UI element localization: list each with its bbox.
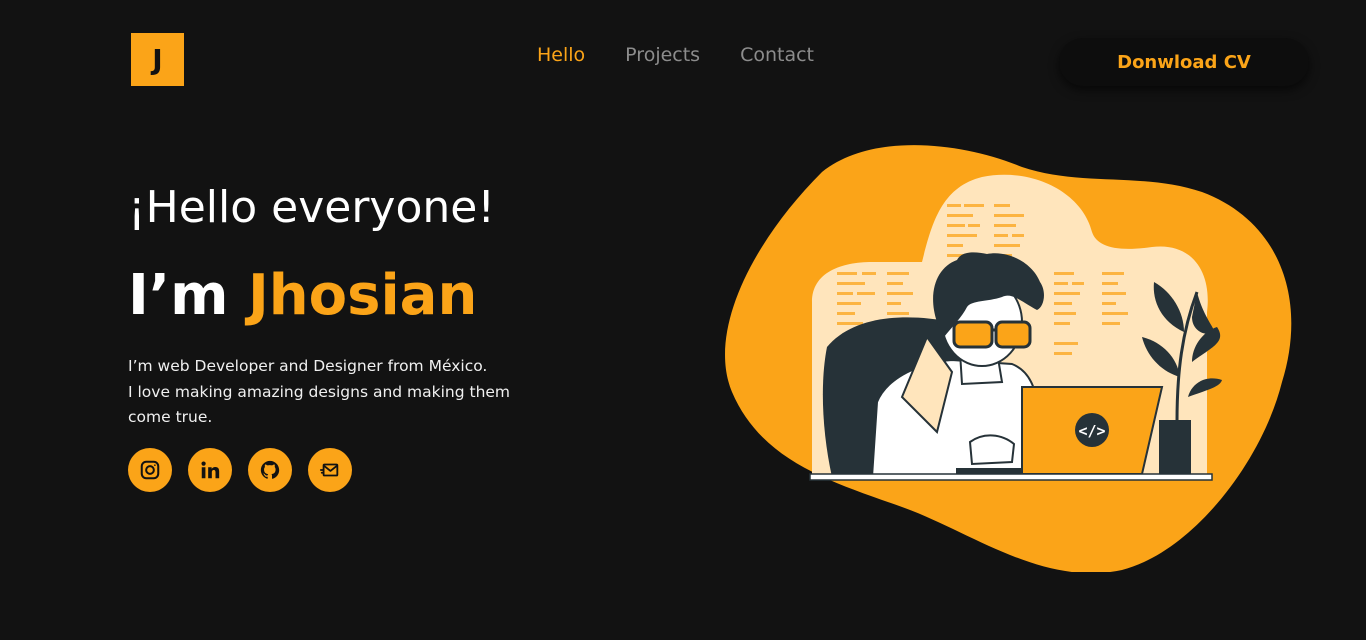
github-link[interactable] bbox=[248, 448, 292, 492]
hero-im: I’m bbox=[128, 263, 248, 328]
bio-line: I love making amazing designs and making… bbox=[128, 382, 511, 401]
developer-illustration: </> bbox=[725, 145, 1292, 572]
email-link[interactable] bbox=[308, 448, 352, 492]
main-nav: Hello Projects Contact bbox=[537, 44, 814, 66]
hero-name: Jhosian bbox=[247, 263, 478, 328]
bio-line: come true. bbox=[128, 408, 213, 426]
desk bbox=[809, 473, 1213, 481]
bio-line: I’m web Developer and Designer from Méxi… bbox=[128, 357, 488, 375]
social-links bbox=[128, 448, 352, 492]
hero-greeting: ¡Hello everyone! bbox=[128, 182, 495, 233]
person-body bbox=[870, 358, 1044, 478]
linkedin-link[interactable] bbox=[188, 448, 232, 492]
download-cv-button[interactable]: Donwload CV bbox=[1059, 38, 1309, 86]
nav-link-hello[interactable]: Hello bbox=[537, 44, 585, 66]
logo-letter: J bbox=[152, 43, 163, 76]
nav-link-projects[interactable]: Projects bbox=[625, 44, 700, 66]
person-glasses bbox=[952, 320, 1032, 349]
laptop-code-tag: </> bbox=[1078, 422, 1105, 440]
mail-icon bbox=[319, 463, 339, 477]
instagram-link[interactable] bbox=[128, 448, 172, 492]
github-icon bbox=[260, 460, 280, 479]
linkedin-icon bbox=[201, 461, 220, 479]
nav-link-contact[interactable]: Contact bbox=[740, 44, 814, 66]
instagram-icon bbox=[140, 460, 160, 480]
hero-bio: I’m web Developer and Designer from Méxi… bbox=[128, 354, 548, 431]
site-logo[interactable]: J bbox=[131, 33, 184, 86]
hero-title: I’m Jhosian bbox=[128, 263, 477, 328]
